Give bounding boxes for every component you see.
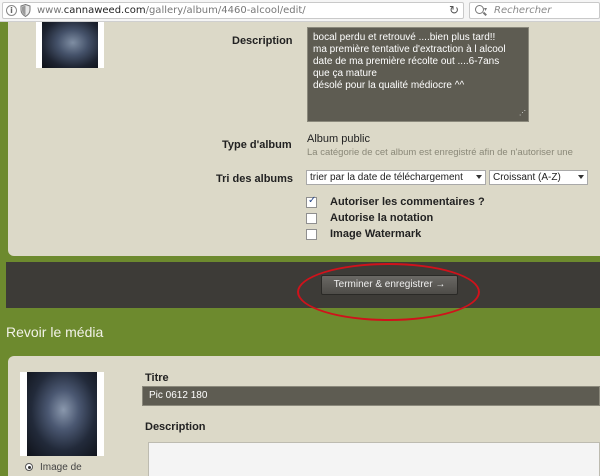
search-engine-caret-icon[interactable]: ▾ <box>484 6 487 13</box>
title-label: Titre <box>145 372 169 384</box>
info-icon[interactable]: i <box>6 5 17 16</box>
resize-grip-icon[interactable]: ⋰ <box>519 108 526 120</box>
review-section-title: Revoir le média <box>6 324 104 340</box>
reload-icon[interactable]: ↻ <box>449 3 459 17</box>
description-textarea[interactable]: bocal perdu et retrouvé ....bien plus ta… <box>307 27 529 122</box>
album-cover-radio-label: Image de <box>40 462 82 473</box>
album-type-note: La catégorie de cet album est enregistré… <box>307 147 573 158</box>
url-text: www.cannaweed.com/gallery/album/4460-alc… <box>37 5 306 16</box>
sort-select[interactable]: trier par la date de téléchargement <box>306 170 486 185</box>
browser-toolbar: i www.cannaweed.com/gallery/album/4460-a… <box>0 0 600 22</box>
description-text: bocal perdu et retrouvé ....bien plus ta… <box>313 32 506 91</box>
dropdown-arrow-icon <box>578 175 584 179</box>
album-sort-label: Tri des albums <box>216 173 294 185</box>
album-thumbnail-image <box>42 22 98 68</box>
allow-comments-label[interactable]: Autoriser les commentaires ? <box>330 196 485 208</box>
title-input[interactable]: Pic 0612 180 <box>142 386 600 406</box>
browser-search-box[interactable]: ▾ <box>469 2 600 19</box>
search-icon[interactable] <box>475 5 484 14</box>
order-select[interactable]: Croissant (A-Z) <box>489 170 588 185</box>
album-cover-radio[interactable] <box>25 463 33 471</box>
annotation-highlight-ellipse <box>297 263 480 321</box>
shield-icon[interactable] <box>20 4 31 17</box>
allow-comments-checkbox[interactable] <box>306 195 317 208</box>
album-thumbnail[interactable] <box>36 22 104 68</box>
media-thumbnail-image <box>27 372 97 456</box>
album-type-value: Album public <box>307 133 370 145</box>
address-bar[interactable]: i www.cannaweed.com/gallery/album/4460-a… <box>2 2 464 19</box>
description-label: Description <box>232 35 293 47</box>
browser-search-input[interactable] <box>494 4 594 17</box>
watermark-checkbox[interactable] <box>306 229 317 240</box>
allow-rating-label[interactable]: Autorise la notation <box>330 212 433 224</box>
media-description-label: Description <box>145 421 206 433</box>
media-thumbnail[interactable] <box>20 372 104 456</box>
sort-select-value: trier par la date de téléchargement <box>310 172 463 183</box>
dropdown-arrow-icon <box>476 175 482 179</box>
allow-rating-checkbox[interactable] <box>306 213 317 224</box>
album-type-label: Type d'album <box>222 139 292 151</box>
order-select-value: Croissant (A-Z) <box>493 172 561 183</box>
media-description-textarea[interactable] <box>148 442 600 476</box>
watermark-label[interactable]: Image Watermark <box>330 228 421 240</box>
album-edit-panel: Description bocal perdu et retrouvé ....… <box>8 22 600 256</box>
review-media-panel: Image de Titre Pic 0612 180 Description <box>8 356 600 476</box>
